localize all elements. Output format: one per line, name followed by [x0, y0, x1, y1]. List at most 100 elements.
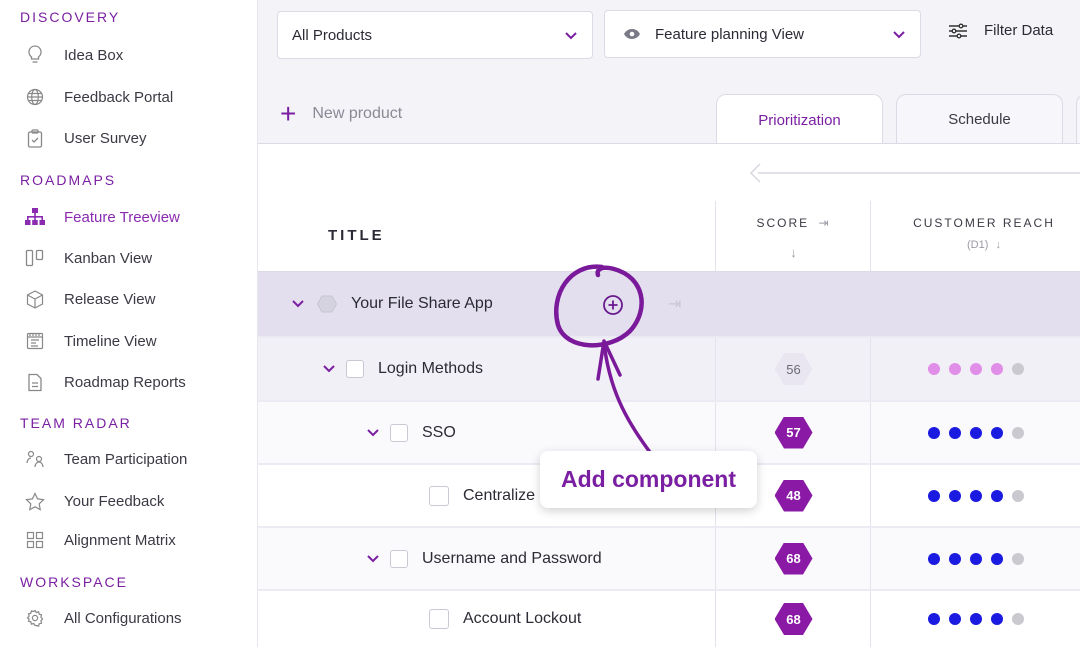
- product-hexagon-icon: [317, 295, 337, 313]
- lightbulb-icon: [24, 44, 46, 66]
- sidebar-item-idea-box[interactable]: Idea Box: [24, 40, 123, 70]
- section-title-workspace: WORKSPACE: [20, 574, 128, 590]
- section-title-team-radar: TEAM RADAR: [20, 415, 132, 431]
- row-checkbox[interactable]: [390, 549, 408, 568]
- row-reach-cell: [870, 528, 1080, 589]
- callout-text: Add component: [560, 466, 737, 492]
- row-checkbox[interactable]: [346, 360, 364, 378]
- row-title: Login Methods: [378, 360, 483, 377]
- score-badge: 68: [774, 542, 813, 575]
- row-title-cell: Account Lockout: [258, 591, 715, 647]
- sidebar: DISCOVERY Idea Box Feedback Portal User …: [0, 0, 258, 647]
- chevron-down-icon[interactable]: [366, 428, 380, 438]
- section-title-roadmaps: ROADMAPS: [20, 172, 117, 188]
- tab-label: Schedule: [948, 111, 1011, 128]
- sidebar-item-label: Feedback Portal: [64, 88, 174, 106]
- table-row[interactable]: Login Methods 56: [258, 338, 1080, 402]
- sidebar-item-feature-treeview[interactable]: Feature Treeview: [24, 202, 180, 232]
- header-title-label: TITLE: [328, 227, 385, 244]
- column-header-customer-reach[interactable]: CUSTOMER REACH (D1) ↓: [870, 201, 1080, 272]
- row-title: Centralize: [463, 486, 536, 504]
- sidebar-item-user-survey[interactable]: User Survey: [24, 123, 147, 153]
- view-select-value: Feature planning View: [655, 25, 804, 43]
- sidebar-item-label: Release View: [64, 290, 156, 308]
- chevron-down-icon[interactable]: [366, 554, 380, 564]
- sidebar-item-alignment-matrix[interactable]: Alignment Matrix: [24, 525, 176, 555]
- arrow-left-icon[interactable]: [748, 162, 1080, 189]
- tab-schedule[interactable]: Schedule: [896, 94, 1063, 144]
- sort-arrow-icon[interactable]: ↓: [716, 245, 871, 260]
- row-score-cell: 68: [715, 591, 871, 647]
- star-icon: [24, 490, 46, 512]
- sliders-icon: [948, 23, 968, 39]
- hierarchy-icon: [24, 206, 46, 228]
- row-checkbox[interactable]: [390, 423, 408, 442]
- grid-icon: [24, 529, 46, 551]
- reach-dots: [928, 489, 1024, 502]
- reach-dots: [928, 613, 1024, 625]
- sidebar-item-timeline-view[interactable]: Timeline View: [24, 326, 157, 356]
- header-score-label: SCORE: [756, 216, 810, 230]
- reach-dots: [928, 426, 1024, 439]
- row-title: Your File Share App: [351, 295, 493, 312]
- sidebar-item-feedback-portal[interactable]: Feedback Portal: [24, 82, 173, 112]
- eye-icon: [623, 28, 641, 40]
- row-score-cell: 56: [715, 338, 871, 400]
- cube-icon: [24, 288, 46, 310]
- header-reach-label: CUSTOMER REACH: [913, 216, 1055, 230]
- sidebar-item-your-feedback[interactable]: Your Feedback: [24, 486, 164, 516]
- tab-more[interactable]: [1076, 94, 1080, 144]
- reach-dots: [928, 363, 1024, 375]
- sidebar-item-roadmap-reports[interactable]: Roadmap Reports: [24, 367, 186, 397]
- score-badge: 48: [774, 479, 813, 512]
- document-icon: [24, 371, 46, 393]
- table-row-product[interactable]: Your File Share App ⇥: [258, 272, 1080, 338]
- new-product-label: New product: [312, 105, 403, 122]
- row-title-cell: Username and Password: [258, 528, 715, 589]
- clipboard-check-icon: [24, 127, 46, 149]
- sidebar-item-label: Alignment Matrix: [64, 531, 176, 549]
- tab-label: Prioritization: [758, 111, 841, 129]
- chevron-down-icon[interactable]: [322, 364, 336, 374]
- sidebar-item-label: Roadmap Reports: [64, 373, 186, 391]
- globe-icon: [24, 86, 46, 108]
- score-badge: 56: [774, 353, 813, 385]
- row-score-cell: 68: [715, 528, 871, 589]
- column-header-score[interactable]: SCORE ⇥ ↓: [715, 201, 870, 272]
- sidebar-item-team-participation[interactable]: Team Participation: [24, 444, 187, 474]
- tab-prioritization[interactable]: Prioritization: [716, 94, 883, 145]
- filter-data-button[interactable]: Filter Data: [948, 22, 1053, 39]
- sidebar-item-label: User Survey: [64, 129, 147, 147]
- calendar-icon: [24, 330, 46, 352]
- sidebar-item-label: Team Participation: [64, 450, 188, 468]
- sidebar-item-label: All Configurations: [64, 609, 182, 627]
- view-select[interactable]: Feature planning View: [604, 10, 921, 58]
- row-checkbox[interactable]: [429, 609, 449, 629]
- add-component-callout: Add component: [540, 451, 757, 508]
- new-product-button[interactable]: + New product: [280, 98, 403, 129]
- sidebar-item-label: Idea Box: [64, 46, 124, 64]
- expand-icon[interactable]: ⇥: [668, 294, 681, 314]
- chevron-down-icon[interactable]: [291, 299, 305, 309]
- product-select[interactable]: All Products: [277, 11, 593, 59]
- filter-data-label: Filter Data: [984, 22, 1054, 39]
- sort-arrow-icon[interactable]: ↓: [995, 239, 1001, 251]
- chevron-down-icon: [892, 27, 906, 44]
- sidebar-item-release-view[interactable]: Release View: [24, 284, 155, 314]
- sidebar-item-label: Kanban View: [64, 249, 153, 267]
- sidebar-item-all-configurations[interactable]: All Configurations: [24, 603, 182, 633]
- table-row[interactable]: Account Lockout 68: [258, 591, 1080, 647]
- row-checkbox[interactable]: [429, 485, 449, 506]
- sidebar-item-label: Feature Treeview: [64, 208, 180, 226]
- sidebar-item-label: Your Feedback: [64, 492, 165, 510]
- sidebar-item-kanban-view[interactable]: Kanban View: [24, 243, 152, 273]
- score-badge: 68: [774, 603, 813, 635]
- horizontal-scroll-area[interactable]: [258, 143, 1080, 203]
- team-icon: [24, 448, 46, 470]
- plus-icon: +: [280, 98, 297, 129]
- row-reach-cell: [870, 591, 1080, 647]
- row-reach-cell: [870, 465, 1080, 526]
- expand-column-icon[interactable]: ⇥: [818, 216, 830, 230]
- row-reach-cell: [870, 402, 1080, 463]
- table-row[interactable]: Username and Password 68: [258, 528, 1080, 591]
